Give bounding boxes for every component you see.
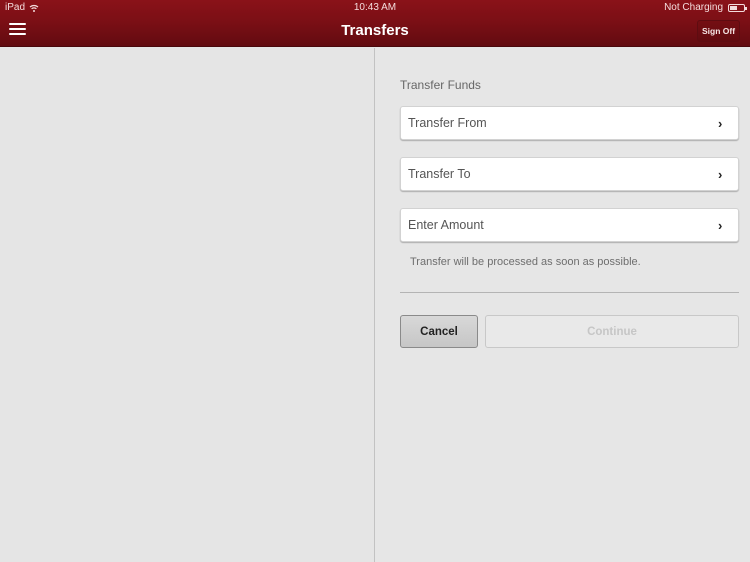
continue-button[interactable]: Continue [485,315,739,348]
row-label: Transfer To [408,167,471,181]
chevron-right-icon: › [718,166,723,182]
transfer-to-row[interactable]: Transfer To › [400,157,739,191]
chevron-right-icon: › [718,217,723,233]
hamburger-menu-icon[interactable] [9,23,26,37]
left-pane [0,48,375,562]
processing-note: Transfer will be processed as soon as po… [410,256,641,268]
status-time: 10:43 AM [353,2,397,13]
section-label: Transfer Funds [400,78,481,92]
cancel-button[interactable]: Cancel [400,315,478,348]
status-right: Not Charging [664,2,747,13]
divider [400,292,739,293]
status-bar: iPad 10:43 AM Not Charging [0,0,750,16]
transfer-from-row[interactable]: Transfer From › [400,106,739,140]
page-title: Transfers [341,22,409,39]
battery-status: Not Charging [664,2,723,13]
top-bar: iPad 10:43 AM Not Charging Transfers Sig… [0,0,750,47]
chevron-right-icon: › [718,115,723,131]
row-label: Transfer From [408,116,487,130]
transfer-form-pane: Transfer Funds Transfer From › Transfer … [376,48,750,562]
battery-icon [728,3,747,12]
enter-amount-row[interactable]: Enter Amount › [400,208,739,242]
sign-off-button[interactable]: Sign Off [697,20,740,42]
row-label: Enter Amount [408,218,484,232]
